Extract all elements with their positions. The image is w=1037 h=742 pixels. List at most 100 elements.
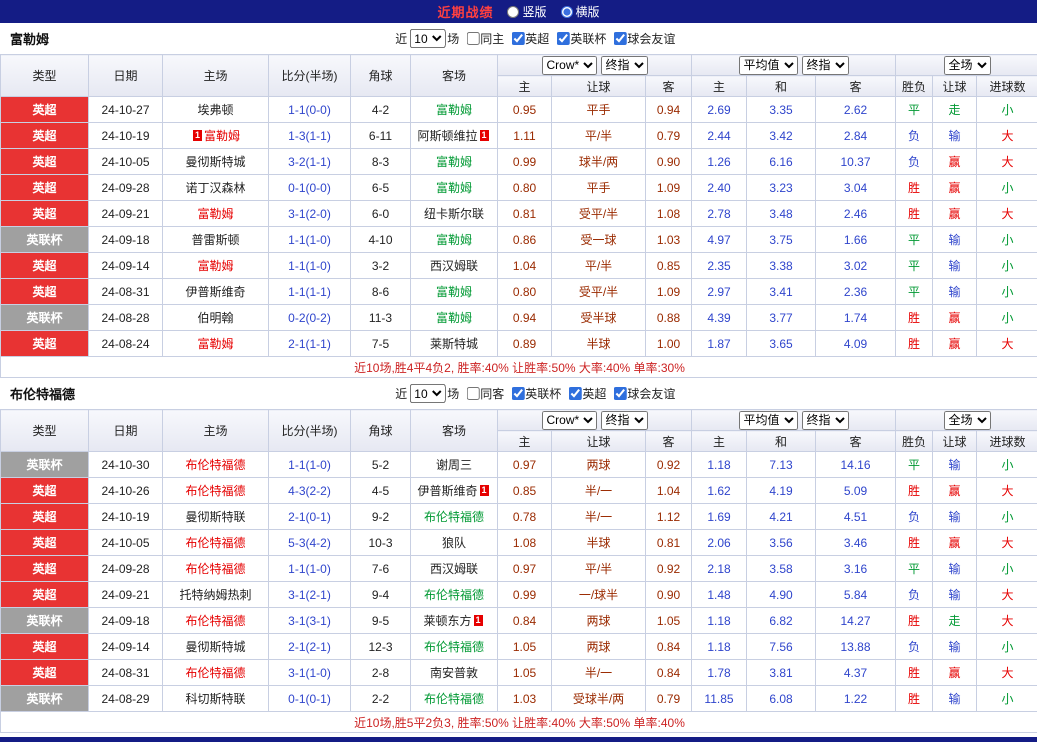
filter-checkbox-1[interactable]: 英联杯 xyxy=(506,385,561,402)
recent-count-select[interactable]: 10 xyxy=(409,384,445,403)
filter-checkbox-3[interactable]: 球会友谊 xyxy=(608,385,675,402)
avg-select[interactable]: 平均值 xyxy=(739,411,798,430)
avg-odds-cell: 3.56 xyxy=(747,530,816,556)
score-cell[interactable]: 0-1(0-0) xyxy=(269,175,351,201)
filter-checkbox-input[interactable] xyxy=(511,32,524,45)
filter-checkbox-input[interactable] xyxy=(556,32,569,45)
score-cell[interactable]: 4-3(2-2) xyxy=(269,478,351,504)
column-subheader: 让球 xyxy=(552,76,646,97)
avg-odds-cell: 2.06 xyxy=(692,530,747,556)
avg-type-select[interactable]: 终指 xyxy=(802,56,849,75)
score-cell[interactable]: 2-1(0-1) xyxy=(269,504,351,530)
filter-checkbox-0[interactable]: 同客 xyxy=(461,385,504,402)
red-card-badge: 1 xyxy=(474,615,483,626)
score-cell[interactable]: 1-1(1-0) xyxy=(269,556,351,582)
layout-radio-horizontal-input[interactable] xyxy=(561,6,573,18)
home-team-name: 伊普斯维奇 xyxy=(185,285,245,299)
odds-type-select[interactable]: 终指 xyxy=(601,56,648,75)
handicap-odds-cell: 一/球半 xyxy=(552,582,646,608)
handicap-odds-cell: 0.84 xyxy=(646,634,692,660)
score-cell[interactable]: 1-1(0-0) xyxy=(269,97,351,123)
score-cell[interactable]: 5-3(4-2) xyxy=(269,530,351,556)
scope-select[interactable]: 全场 xyxy=(944,56,991,75)
avg-odds-cell: 1.74 xyxy=(816,305,896,331)
result-cell: 胜 xyxy=(896,305,933,331)
filter-checkbox-2[interactable]: 英联杯 xyxy=(551,30,606,47)
handicap-odds-cell: 1.08 xyxy=(498,530,552,556)
score-cell[interactable]: 3-1(3-1) xyxy=(269,608,351,634)
filter-checkbox-1[interactable]: 英超 xyxy=(506,30,549,47)
score-cell[interactable]: 3-2(1-1) xyxy=(269,149,351,175)
odds-type-select[interactable]: 终指 xyxy=(601,411,648,430)
layout-radio-vertical-input[interactable] xyxy=(507,6,519,18)
score-cell[interactable]: 2-1(1-1) xyxy=(269,331,351,357)
avg-odds-cell: 2.97 xyxy=(692,279,747,305)
date-cell: 24-09-18 xyxy=(89,227,163,253)
goals-result-cell: 大 xyxy=(977,478,1037,504)
score-cell[interactable]: 3-1(1-0) xyxy=(269,660,351,686)
home-team-name: 曼彻斯特城 xyxy=(185,640,245,654)
sections-container: 富勒姆近10场同主英超英联杯球会友谊类型日期主场比分(半场)角球客场Crow*终… xyxy=(0,23,1037,733)
handicap-odds-cell: 0.92 xyxy=(646,452,692,478)
league-cell: 英联杯 xyxy=(1,305,89,331)
away-team-name: 谢周三 xyxy=(436,458,472,472)
score-cell[interactable]: 0-2(0-2) xyxy=(269,305,351,331)
recent-label: 近 xyxy=(395,385,407,402)
home-team-cell: 富勒姆 xyxy=(163,331,269,357)
avg-select[interactable]: 平均值 xyxy=(739,56,798,75)
filter-checkbox-label: 球会友谊 xyxy=(627,30,675,47)
handicap-odds-cell: 0.94 xyxy=(498,305,552,331)
league-cell: 英联杯 xyxy=(1,227,89,253)
score-cell[interactable]: 0-1(0-1) xyxy=(269,686,351,712)
avg-odds-cell: 2.35 xyxy=(692,253,747,279)
score-cell[interactable]: 1-3(1-1) xyxy=(269,123,351,149)
league-cell: 英超 xyxy=(1,582,89,608)
handicap-odds-cell: 0.90 xyxy=(646,149,692,175)
score-cell[interactable]: 1-1(1-1) xyxy=(269,279,351,305)
corners-cell: 11-3 xyxy=(351,305,411,331)
home-team-cell: 布伦特福德 xyxy=(163,530,269,556)
company-select[interactable]: Crow* xyxy=(542,411,597,430)
goals-result-cell: 大 xyxy=(977,582,1037,608)
recent-count-select[interactable]: 10 xyxy=(409,29,445,48)
score-cell[interactable]: 3-1(2-0) xyxy=(269,201,351,227)
handicap-odds-cell: 0.84 xyxy=(646,660,692,686)
score-cell[interactable]: 3-1(2-1) xyxy=(269,582,351,608)
handicap-odds-cell: 1.03 xyxy=(498,686,552,712)
filter-checkbox-3[interactable]: 球会友谊 xyxy=(608,30,675,47)
layout-radio-vertical[interactable]: 竖版 xyxy=(507,3,546,20)
avg-type-select[interactable]: 终指 xyxy=(802,411,849,430)
away-team-name: 布伦特福德 xyxy=(424,510,484,524)
filter-checkbox-input[interactable] xyxy=(613,32,626,45)
filter-checkbox-input[interactable] xyxy=(511,387,524,400)
corners-cell: 2-2 xyxy=(351,686,411,712)
goals-result-cell: 大 xyxy=(977,331,1037,357)
avg-odds-cell: 4.21 xyxy=(747,504,816,530)
league-cell: 英超 xyxy=(1,530,89,556)
filter-checkbox-2[interactable]: 英超 xyxy=(563,385,606,402)
filter-checkbox-0[interactable]: 同主 xyxy=(461,30,504,47)
away-team-cell: 纽卡斯尔联 xyxy=(411,201,498,227)
handicap-odds-cell: 受一球 xyxy=(552,227,646,253)
scope-select[interactable]: 全场 xyxy=(944,411,991,430)
away-team-cell: 富勒姆 xyxy=(411,175,498,201)
result-cell: 平 xyxy=(896,253,933,279)
layout-radio-horizontal[interactable]: 横版 xyxy=(561,3,600,20)
filter-checkbox-input[interactable] xyxy=(466,387,479,400)
score-cell[interactable]: 2-1(2-1) xyxy=(269,634,351,660)
filter-checkbox-input[interactable] xyxy=(613,387,626,400)
handicap-odds-cell: 1.04 xyxy=(498,253,552,279)
score-cell[interactable]: 1-1(1-0) xyxy=(269,452,351,478)
away-team-cell: 西汉姆联 xyxy=(411,556,498,582)
score-cell[interactable]: 1-1(1-0) xyxy=(269,227,351,253)
home-team-cell: 布伦特福德 xyxy=(163,660,269,686)
avg-odds-cell: 1.22 xyxy=(816,686,896,712)
avg-odds-cell: 1.26 xyxy=(692,149,747,175)
corners-cell: 6-11 xyxy=(351,123,411,149)
handicap-result-cell: 赢 xyxy=(933,478,977,504)
company-select[interactable]: Crow* xyxy=(542,56,597,75)
filter-checkbox-input[interactable] xyxy=(466,32,479,45)
filter-checkbox-input[interactable] xyxy=(568,387,581,400)
score-cell[interactable]: 1-1(1-0) xyxy=(269,253,351,279)
league-cell: 英超 xyxy=(1,149,89,175)
